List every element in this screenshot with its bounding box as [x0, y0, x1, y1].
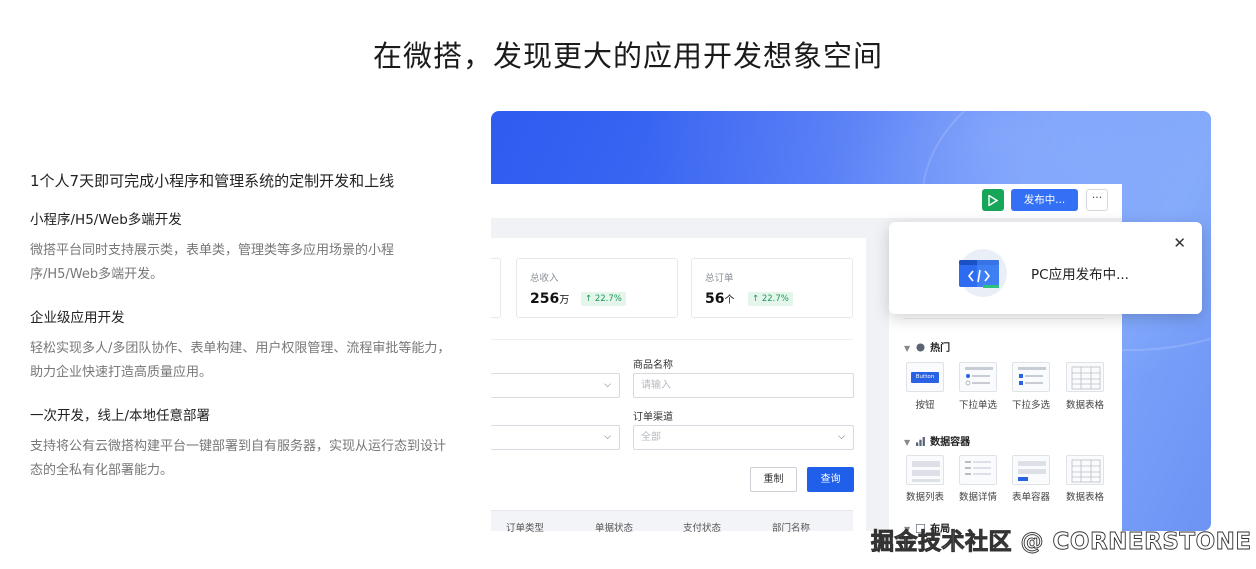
component-label: 按钮 [915, 400, 935, 411]
bar-chart-icon [916, 437, 926, 446]
feature-desc: 轻松实现多人/多团队协作、表单构建、用户权限管理、流程审批等能力，助力企业快速打… [30, 341, 451, 380]
feature-title: 小程序/H5/Web多端开发 [30, 212, 182, 228]
toast-message: PC应用发布中... [1031, 267, 1129, 283]
table-column-header: 单据状态 [595, 523, 634, 534]
stat-unit: 个 [724, 295, 735, 306]
watermark: 掘金技术社区 @ CORNERSTONE [871, 529, 1252, 556]
stat-unit: 万 [559, 295, 570, 306]
checkbox-list-icon [1018, 367, 1046, 385]
component-data-table[interactable] [1066, 455, 1104, 485]
feature-desc: 支持将公有云微搭构建平台一键部署到自有服务器，实现从运行态到设计态的全私有化部署… [30, 439, 447, 478]
divider [491, 339, 853, 340]
section-hot[interactable]: ▼ 热门 [904, 339, 950, 354]
component-label: 数据表格 [1065, 400, 1104, 411]
filter-select-partial[interactable]: ⌵ [491, 373, 620, 398]
order-channel-label: 订单渠道 [633, 412, 673, 423]
radio-list-icon [965, 367, 993, 386]
section-data-container[interactable]: ▼ 数据容器 [904, 433, 970, 448]
caret-down-icon: ▼ [904, 344, 911, 353]
detail-icon [965, 461, 991, 475]
component-button[interactable]: Button [906, 362, 944, 392]
order-channel-select[interactable]: 全部 ⌵ [633, 425, 854, 450]
stat-change-badge: ↑ 22.7% [581, 292, 626, 306]
query-button[interactable]: 查询 [807, 467, 854, 492]
component-form-container[interactable] [1012, 455, 1050, 485]
component-label: 下拉单选 [958, 400, 997, 411]
table-header: 订单类型 单据状态 支付状态 部门名称 [491, 510, 853, 534]
component-label: 下拉多选 [1011, 400, 1050, 411]
publish-toast: PC应用发布中... ✕ [889, 222, 1202, 314]
component-label: 数据列表 [905, 492, 944, 503]
stat-label: 总订单 [705, 273, 734, 284]
code-window-icon [959, 260, 999, 288]
product-name-label: 商品名称 [633, 360, 673, 371]
component-single-select[interactable] [959, 362, 997, 392]
close-icon[interactable]: ✕ [1173, 234, 1186, 252]
feature-title: 一次开发，线上/本地任意部署 [30, 408, 211, 424]
stat-card-revenue: 总收入 256万 ↑ 22.7% [516, 258, 678, 318]
table-column-header: 订单类型 [506, 523, 545, 534]
form-icon [1018, 461, 1046, 481]
stat-value: 256万 [530, 291, 569, 307]
table-icon [1071, 459, 1101, 483]
filter-select-partial[interactable]: ⌵ [491, 425, 620, 450]
fire-icon [916, 343, 925, 352]
component-data-list[interactable] [906, 455, 944, 485]
section-title: 热门 [930, 343, 951, 354]
component-multi-select[interactable] [1012, 362, 1050, 392]
chevron-down-icon: ⌵ [838, 432, 845, 442]
stat-label: 总收入 [530, 273, 559, 284]
page-headline: 在微搭，发现更大的应用开发想象空间 [372, 39, 883, 73]
feature-desc: 微搭平台同时支持展示类，表单类，管理类等多应用场景的小程序/H5/Web多端开发… [30, 243, 395, 282]
table-column-header: 部门名称 [772, 523, 811, 534]
feature-item: 企业级应用开发 轻松实现多人/多团队协作、表单构建、用户权限管理、流程审批等能力… [30, 306, 460, 385]
button-preview: Button [911, 372, 939, 383]
table-column-header: 支付状态 [683, 523, 722, 534]
intro-subtitle: 1个人7天即可完成小程序和管理系统的定制开发和上线 [30, 172, 395, 190]
component-label: 数据表格 [1065, 492, 1104, 503]
publish-icon-wrap [959, 249, 1007, 297]
publish-button[interactable]: 发布中... [1011, 189, 1078, 211]
feature-item: 小程序/H5/Web多端开发 微搭平台同时支持展示类，表单类，管理类等多应用场景… [30, 208, 460, 287]
preview-button[interactable] [982, 189, 1004, 211]
component-label: 数据详情 [958, 492, 997, 503]
stat-card-partial [491, 258, 501, 318]
list-icon [912, 461, 940, 482]
caret-down-icon: ▼ [904, 438, 911, 447]
section-title: 数据容器 [930, 437, 971, 448]
component-label: 表单容器 [1011, 492, 1050, 503]
stat-change-badge: ↑ 22.7% [748, 292, 793, 306]
stat-value: 56个 [705, 291, 734, 307]
reset-button[interactable]: 重制 [750, 467, 797, 492]
component-data-detail[interactable] [959, 455, 997, 485]
table-icon [1071, 366, 1101, 390]
chevron-down-icon: ⌵ [604, 432, 611, 442]
feature-item: 一次开发，线上/本地任意部署 支持将公有云微搭构建平台一键部署到自有服务器，实现… [30, 404, 460, 483]
stat-card-orders: 总订单 56个 ↑ 22.7% [691, 258, 853, 318]
order-channel-value: 全部 [641, 432, 661, 443]
play-icon [988, 194, 998, 206]
more-button[interactable]: ··· [1086, 189, 1108, 211]
product-name-input[interactable]: 请输入 [633, 373, 854, 398]
component-data-table[interactable] [1066, 362, 1104, 392]
intro-section: 1个人7天即可完成小程序和管理系统的定制开发和上线 小程序/H5/Web多端开发… [30, 170, 460, 502]
chevron-down-icon: ⌵ [604, 380, 611, 390]
stat-number: 56 [705, 291, 725, 307]
stat-number: 256 [530, 291, 560, 307]
feature-title: 企业级应用开发 [30, 310, 125, 326]
